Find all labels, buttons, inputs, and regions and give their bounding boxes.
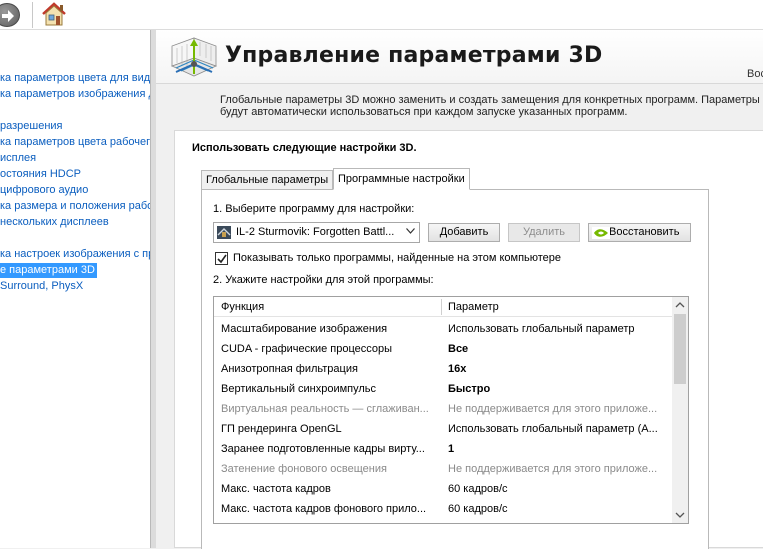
- row-feature: Заранее подготовленные кадры вирту...: [221, 443, 425, 455]
- restore-defaults-link[interactable]: Вос: [747, 68, 763, 80]
- table-header: Функция Параметр: [214, 297, 674, 317]
- scroll-thumb[interactable]: [674, 314, 686, 384]
- checkmark-icon: [217, 254, 227, 264]
- table-row[interactable]: CUDA - графические процессоры Все: [214, 339, 674, 359]
- table-row-disabled: Виртуальная реальность — сглаживан... Не…: [214, 399, 674, 419]
- row-feature: Затенение фонового освещения: [221, 463, 387, 475]
- show-only-installed-checkbox[interactable]: [215, 252, 228, 265]
- nav-item[interactable]: ка настроек изображения с пр: [0, 247, 150, 262]
- table-scrollbar[interactable]: [672, 297, 688, 523]
- nav-item[interactable]: исплея: [0, 151, 36, 166]
- row-feature: Виртуальная реальность — сглаживан...: [221, 403, 429, 415]
- nav-item[interactable]: остояния HDCP: [0, 167, 81, 182]
- show-only-installed-label[interactable]: Показывать только программы, найденные н…: [233, 252, 561, 264]
- row-value[interactable]: 60 кадров/с: [448, 503, 664, 515]
- row-feature: Макс. частота кадров фонового прило...: [221, 503, 427, 515]
- restore-button-label: Восстановить: [609, 226, 680, 238]
- row-value[interactable]: Все: [448, 343, 664, 355]
- restore-button[interactable]: Восстановить: [588, 223, 691, 242]
- row-value: Не поддерживается для этого приложе...: [448, 463, 658, 475]
- table-row[interactable]: Заранее подготовленные кадры вирту... 1: [214, 439, 674, 459]
- chevron-down-icon: [675, 512, 685, 518]
- program-select-value: IL-2 Sturmovik: Forgotten Battl...: [236, 226, 395, 238]
- step2-label: 2. Укажите настройки для этой программы:: [213, 274, 434, 286]
- main-pane: Управление параметрами 3D Вос Глобальные…: [156, 30, 763, 549]
- nav-item-manage-3d-selected[interactable]: е параметрами 3D: [0, 263, 97, 278]
- nvidia-icon: [592, 227, 610, 239]
- panel-title: Использовать следующие настройки 3D.: [192, 142, 417, 154]
- tab-global-settings[interactable]: Глобальные параметры: [201, 170, 334, 190]
- column-header-feature: Функция: [221, 301, 265, 313]
- 3d-settings-icon: [170, 37, 218, 77]
- remove-button[interactable]: Удалить: [508, 223, 580, 242]
- program-app-icon: [217, 226, 231, 239]
- settings-panel: Использовать следующие настройки 3D. Гло…: [174, 130, 763, 549]
- chevron-down-icon: [406, 228, 415, 234]
- tab-content: 1. Выберите программу для настройки: IL-…: [201, 189, 709, 549]
- description-line-2: будут автоматически использоваться при к…: [220, 106, 628, 118]
- row-value[interactable]: Быстро: [448, 383, 664, 395]
- row-value[interactable]: 16x: [448, 363, 664, 375]
- row-feature: Масштабирование изображения: [221, 323, 388, 335]
- nav-item[interactable]: разрешения: [0, 119, 63, 134]
- left-navigation-pane: ка параметров цвета для вид ка параметро…: [0, 30, 151, 548]
- column-separator[interactable]: [441, 299, 442, 315]
- nav-item[interactable]: нескольких дисплеев: [0, 215, 109, 230]
- chevron-up-icon: [675, 302, 685, 308]
- program-select[interactable]: IL-2 Sturmovik: Forgotten Battl...: [213, 222, 420, 243]
- table-row[interactable]: Макс. частота кадров фонового прило... 6…: [214, 499, 674, 519]
- page-title: Управление параметрами 3D: [225, 43, 603, 68]
- table-row[interactable]: ГП рендеринга OpenGL Использовать глобал…: [214, 419, 674, 439]
- step1-label: 1. Выберите программу для настройки:: [213, 203, 415, 215]
- description-line-1: Глобальные параметры 3D можно заменить и…: [220, 94, 760, 106]
- nav-item[interactable]: цифрового аудио: [0, 183, 88, 198]
- row-feature: ГП рендеринга OpenGL: [221, 423, 342, 435]
- nav-item[interactable]: Surround, PhysX: [0, 279, 83, 294]
- row-value[interactable]: 60 кадров/с: [448, 483, 664, 495]
- table-row[interactable]: Макс. частота кадров 60 кадров/с: [214, 479, 674, 499]
- home-button[interactable]: [40, 1, 68, 27]
- settings-table: Функция Параметр Масштабирование изображ…: [213, 296, 689, 524]
- scroll-down-button[interactable]: [672, 506, 688, 523]
- nav-item[interactable]: ка параметров изображения д: [0, 87, 150, 102]
- back-button[interactable]: [0, 3, 20, 27]
- row-value: Не поддерживается для этого приложе...: [448, 403, 658, 415]
- back-arrow-icon: [2, 10, 14, 22]
- page-description: Глобальные параметры 3D можно заменить и…: [220, 94, 763, 118]
- table-row-disabled: Затенение фонового освещения Не поддержи…: [214, 459, 674, 479]
- table-row[interactable]: Вертикальный синхроимпульс Быстро: [214, 379, 674, 399]
- column-header-value: Параметр: [448, 301, 499, 313]
- scroll-up-button[interactable]: [672, 297, 688, 314]
- row-feature: CUDA - графические процессоры: [221, 343, 393, 355]
- table-row[interactable]: Анизотропная фильтрация 16x: [214, 359, 674, 379]
- row-feature: Макс. частота кадров: [221, 483, 331, 495]
- home-icon: [42, 2, 66, 26]
- row-value[interactable]: Использовать глобальный параметр: [448, 323, 664, 335]
- row-value[interactable]: Использовать глобальный параметр (А...: [448, 423, 664, 435]
- toolbar: [0, 0, 763, 30]
- nav-item[interactable]: ка параметров цвета для вид: [0, 71, 150, 86]
- toolbar-separator: [32, 2, 33, 28]
- row-value[interactable]: 1: [448, 443, 664, 455]
- nav-item[interactable]: ка размера и положения рабо: [0, 199, 150, 214]
- row-feature: Вертикальный синхроимпульс: [221, 383, 377, 395]
- tab-program-settings[interactable]: Программные настройки: [333, 168, 470, 190]
- add-button[interactable]: Добавить: [428, 223, 500, 242]
- page-banner: Управление параметрами 3D Вос: [156, 30, 763, 84]
- row-feature: Анизотропная фильтрация: [221, 363, 358, 375]
- table-row[interactable]: Масштабирование изображения Использовать…: [214, 319, 674, 339]
- nav-item[interactable]: ка параметров цвета рабочег: [0, 135, 150, 150]
